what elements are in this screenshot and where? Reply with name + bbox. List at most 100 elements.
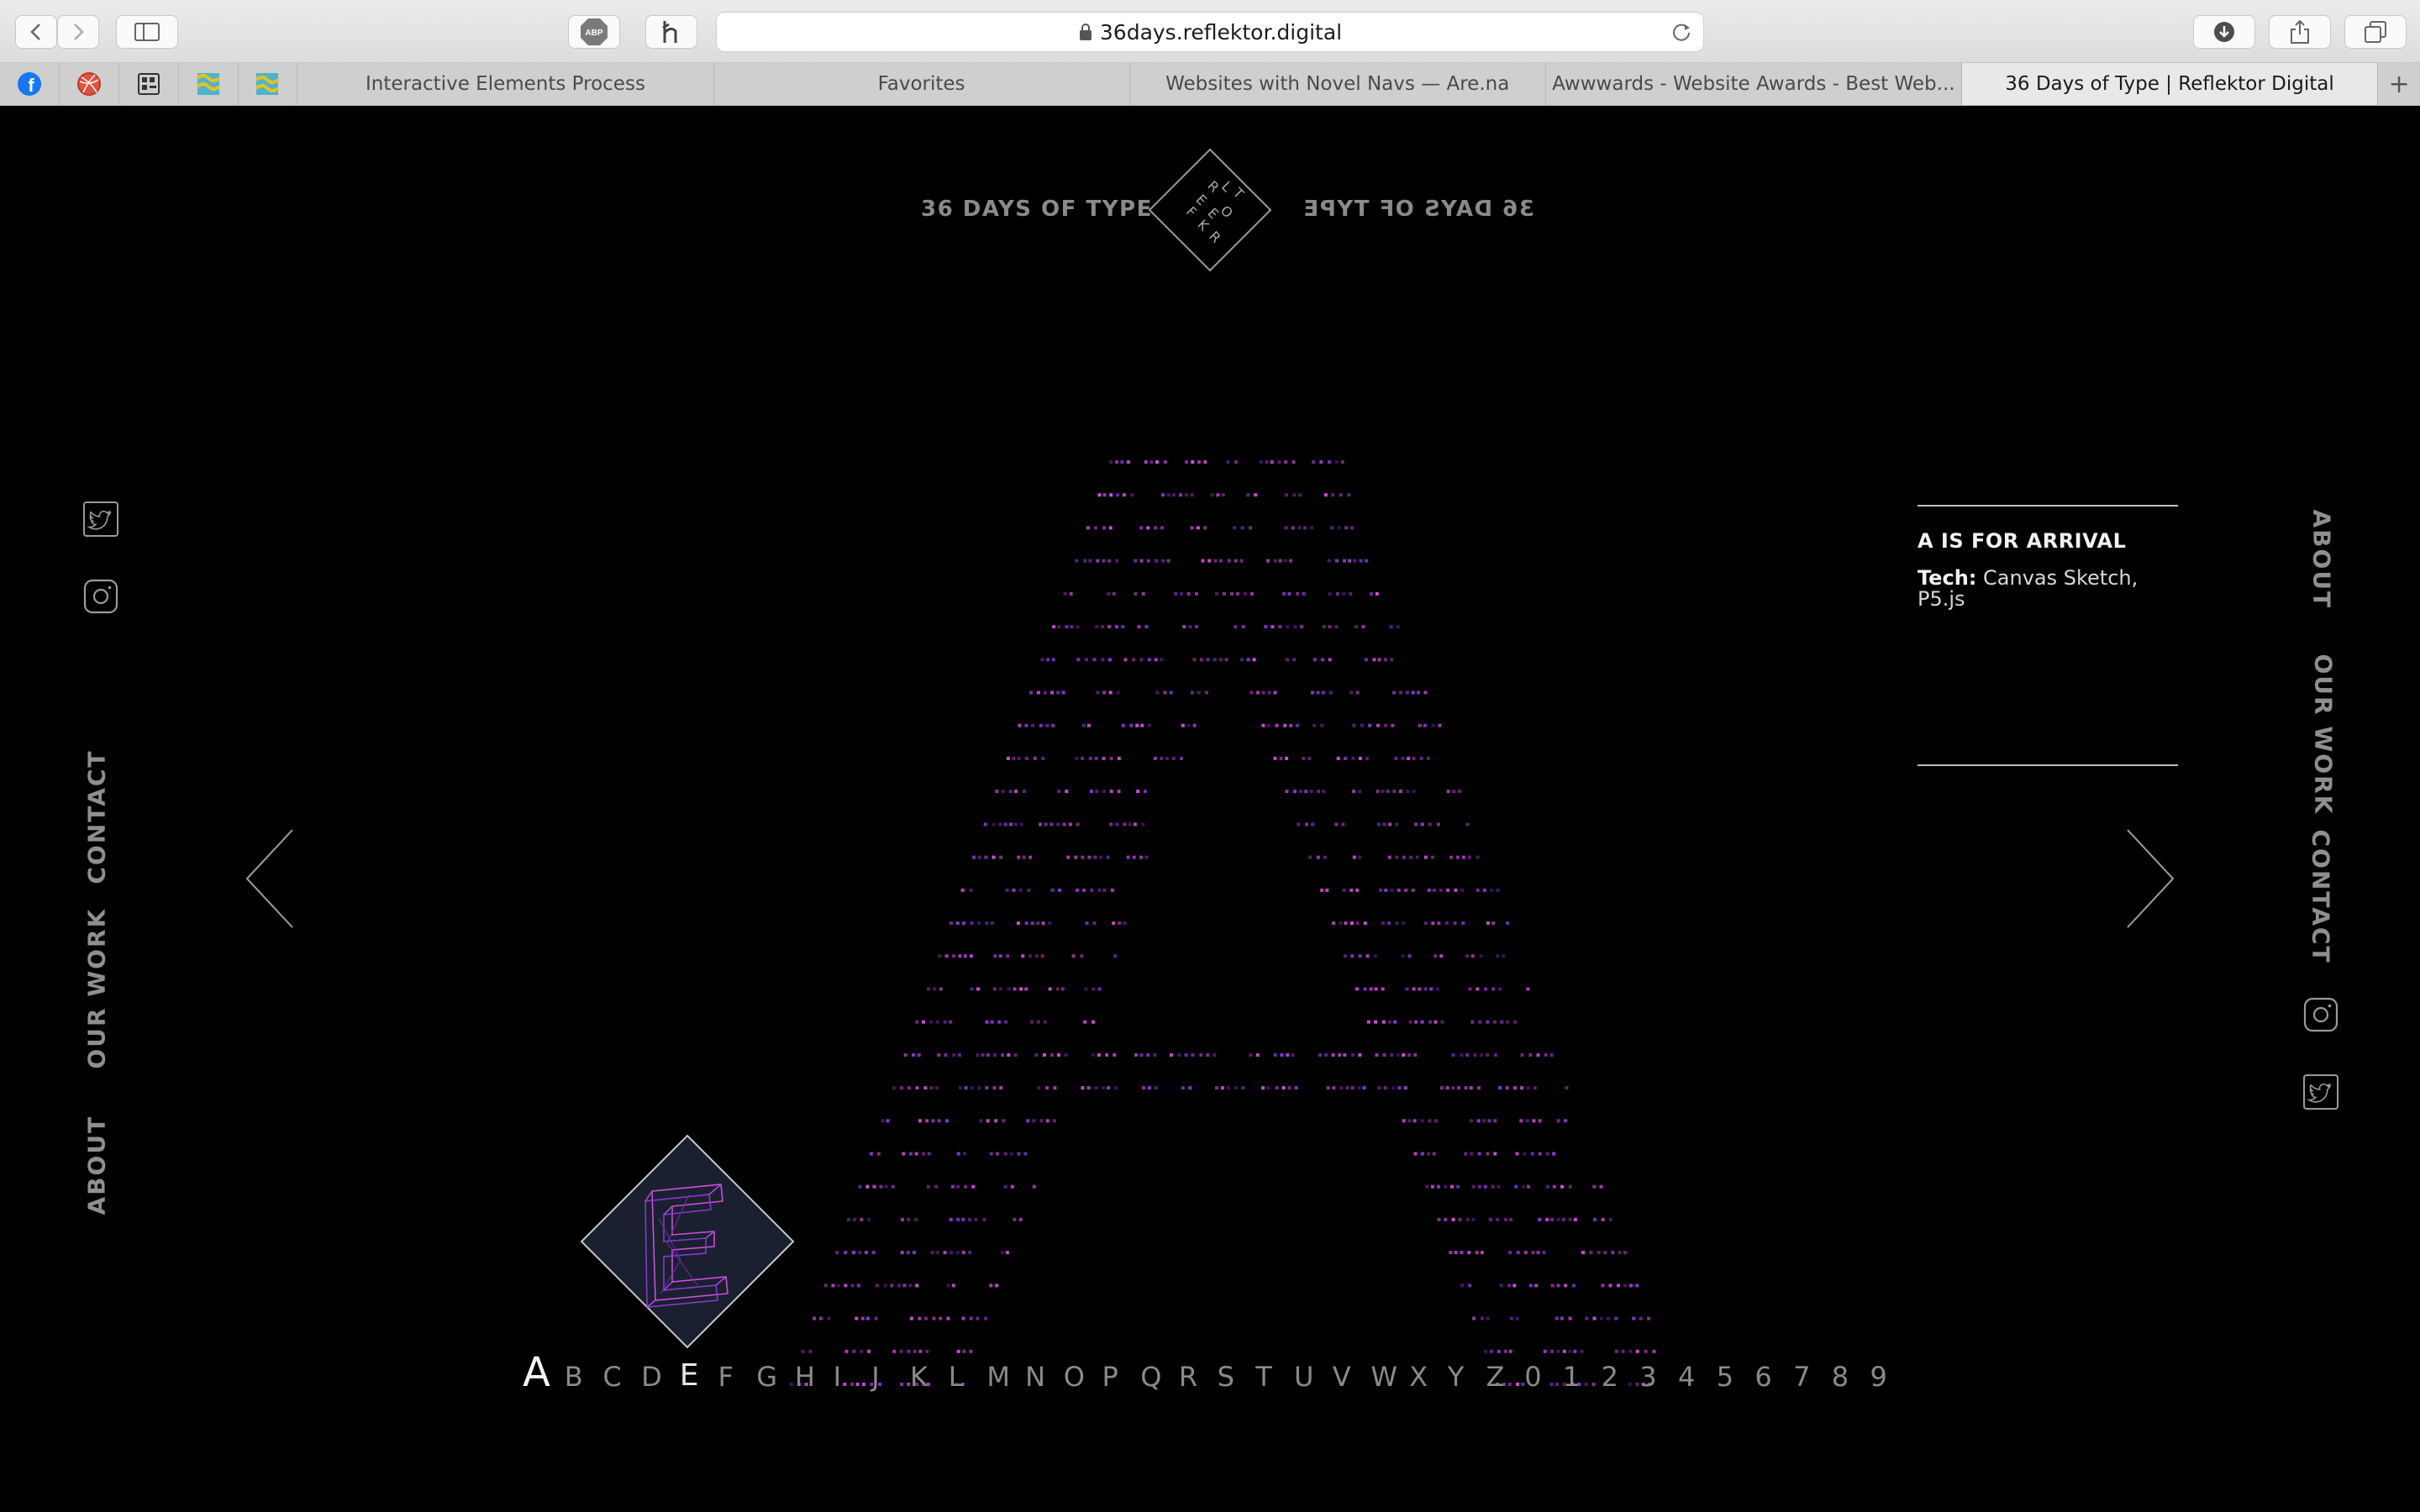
alphabet-item[interactable]: X [1409,1361,1428,1393]
alphabet-item[interactable]: W [1370,1361,1397,1393]
share-button[interactable] [2269,15,2331,49]
twitter-icon[interactable] [83,501,118,537]
letter-dot [1561,1217,1565,1221]
alphabet-item[interactable]: P [1102,1361,1118,1393]
instagram-icon[interactable] [83,579,118,614]
letter-dot [990,921,994,925]
alphabet-item[interactable]: 2 [1602,1361,1618,1393]
alphabet-item[interactable]: 3 [1639,1361,1656,1393]
alphabet-item[interactable]: 4 [1678,1361,1695,1393]
letter-dot [1093,855,1097,859]
alphabet-item[interactable]: L [949,1361,964,1393]
adblock-button[interactable]: ABP [568,15,620,49]
sidebar-button[interactable] [116,15,178,49]
letter-dot [1139,1053,1144,1057]
address-bar[interactable]: 36days.reflektor.digital [716,12,1704,52]
letter-dot [1139,559,1144,563]
right-nav-about[interactable]: ABOUT [2308,510,2336,610]
alphabet-item[interactable]: A [523,1349,550,1396]
reload-icon[interactable] [1671,22,1691,42]
alphabet-item[interactable]: D [641,1361,662,1393]
alphabet-item[interactable]: 6 [1754,1361,1771,1393]
alphabet-item[interactable]: Q [1140,1361,1161,1393]
letter-dot [1024,921,1028,925]
pinned-tab-pattern-2[interactable] [239,63,298,105]
next-arrow-icon[interactable] [2124,827,2176,931]
alphabet-item[interactable]: S [1218,1361,1234,1393]
letter-dot [1402,1053,1406,1057]
letter-dot [1388,1020,1392,1024]
pinned-tab-facebook[interactable]: f [0,63,60,105]
tab-favorites[interactable]: Favorites [714,63,1130,105]
letter-dot [876,1152,881,1156]
alphabet-item[interactable]: N [1025,1361,1045,1393]
alphabet-item[interactable]: B [565,1361,583,1393]
reflektor-logo[interactable]: R L T E O E F K R [1148,148,1272,272]
new-tab-button[interactable]: + [2378,63,2420,105]
alphabet-item[interactable]: H [795,1361,815,1393]
letter-dot [1359,559,1363,563]
alphabet-item[interactable]: T [1255,1361,1272,1393]
alphabet-item[interactable]: 1 [1563,1361,1580,1393]
letter-dot [1407,756,1411,760]
alphabet-item[interactable]: F [718,1361,734,1393]
twitter-icon[interactable] [2303,1074,2338,1110]
pinned-tab-pattern-1[interactable] [179,63,239,105]
left-nav-contact[interactable]: CONTACT [83,749,111,884]
alphabet-item[interactable]: U [1294,1361,1313,1393]
tab-awwwards[interactable]: Awwwards - Website Awards - Best Web... [1546,63,1962,105]
alphabet-item[interactable]: J [871,1361,879,1393]
downloads-button[interactable] [2193,15,2255,49]
letter-dot [1430,1184,1434,1189]
tab-are-na[interactable]: Websites with Novel Navs — Are.na [1130,63,1546,105]
letter-dot [1095,625,1099,629]
alphabet-item[interactable]: M [986,1361,1010,1393]
letter-dot [1344,921,1348,925]
alphabet-item[interactable]: 0 [1524,1361,1541,1393]
letter-dot [1444,1184,1448,1189]
alphabet-item[interactable]: R [1179,1361,1197,1393]
letter-dot [1109,493,1113,497]
letter-dot [860,1316,865,1320]
right-nav-our-work[interactable]: OUR WORK [2310,654,2338,816]
alphabet-item[interactable]: Z [1486,1361,1505,1393]
letter-dot [1108,690,1113,695]
alphabet-item[interactable]: Y [1448,1361,1465,1393]
left-nav-our-work[interactable]: OUR WORK [83,908,111,1069]
alphabet-item[interactable]: O [1064,1361,1085,1393]
letter-dot [1215,1086,1218,1090]
alphabet-item[interactable]: G [756,1361,777,1393]
tab-36-days-of-type[interactable]: 36 Days of Type | Reflektor Digital [1961,63,2379,105]
letter-dot [1415,855,1419,859]
honey-extension-button[interactable] [645,15,697,49]
right-nav-contact[interactable]: CONTACT [2307,830,2335,964]
letter-dot [874,1316,878,1320]
tab-interactive-elements[interactable]: Interactive Elements Process [297,63,714,105]
letter-dot [1286,658,1289,662]
alphabet-item[interactable]: K [910,1361,928,1393]
alphabet-item[interactable]: I [834,1361,841,1393]
letter-dot [1184,493,1188,497]
letter-dot [992,1086,997,1090]
alphabet-item[interactable]: C [602,1361,621,1393]
next-letter-preview[interactable]: E [580,1134,795,1349]
letter-dot [1325,888,1329,892]
pinned-tab-dribbble[interactable] [60,63,119,105]
previous-arrow-icon[interactable] [244,827,296,931]
left-nav-about[interactable]: ABOUT [83,1116,111,1215]
letter-dot [1120,460,1124,464]
alphabet-item[interactable]: V [1333,1361,1351,1393]
forward-button[interactable] [57,15,99,49]
pinned-tab-app[interactable] [119,63,179,105]
alphabet-item[interactable]: 9 [1870,1361,1887,1393]
alphabet-item[interactable]: 5 [1717,1361,1733,1393]
tab-overview-button[interactable] [2344,15,2407,49]
alphabet-item[interactable]: 7 [1793,1361,1810,1393]
letter-dot [1451,1086,1455,1090]
instagram-icon[interactable] [2303,997,2338,1032]
alphabet-item[interactable]: 8 [1832,1361,1849,1393]
letter-dot [1402,1119,1406,1123]
back-button[interactable] [15,15,57,49]
letter-dot [1144,855,1149,859]
alphabet-item[interactable]: E [680,1358,699,1393]
